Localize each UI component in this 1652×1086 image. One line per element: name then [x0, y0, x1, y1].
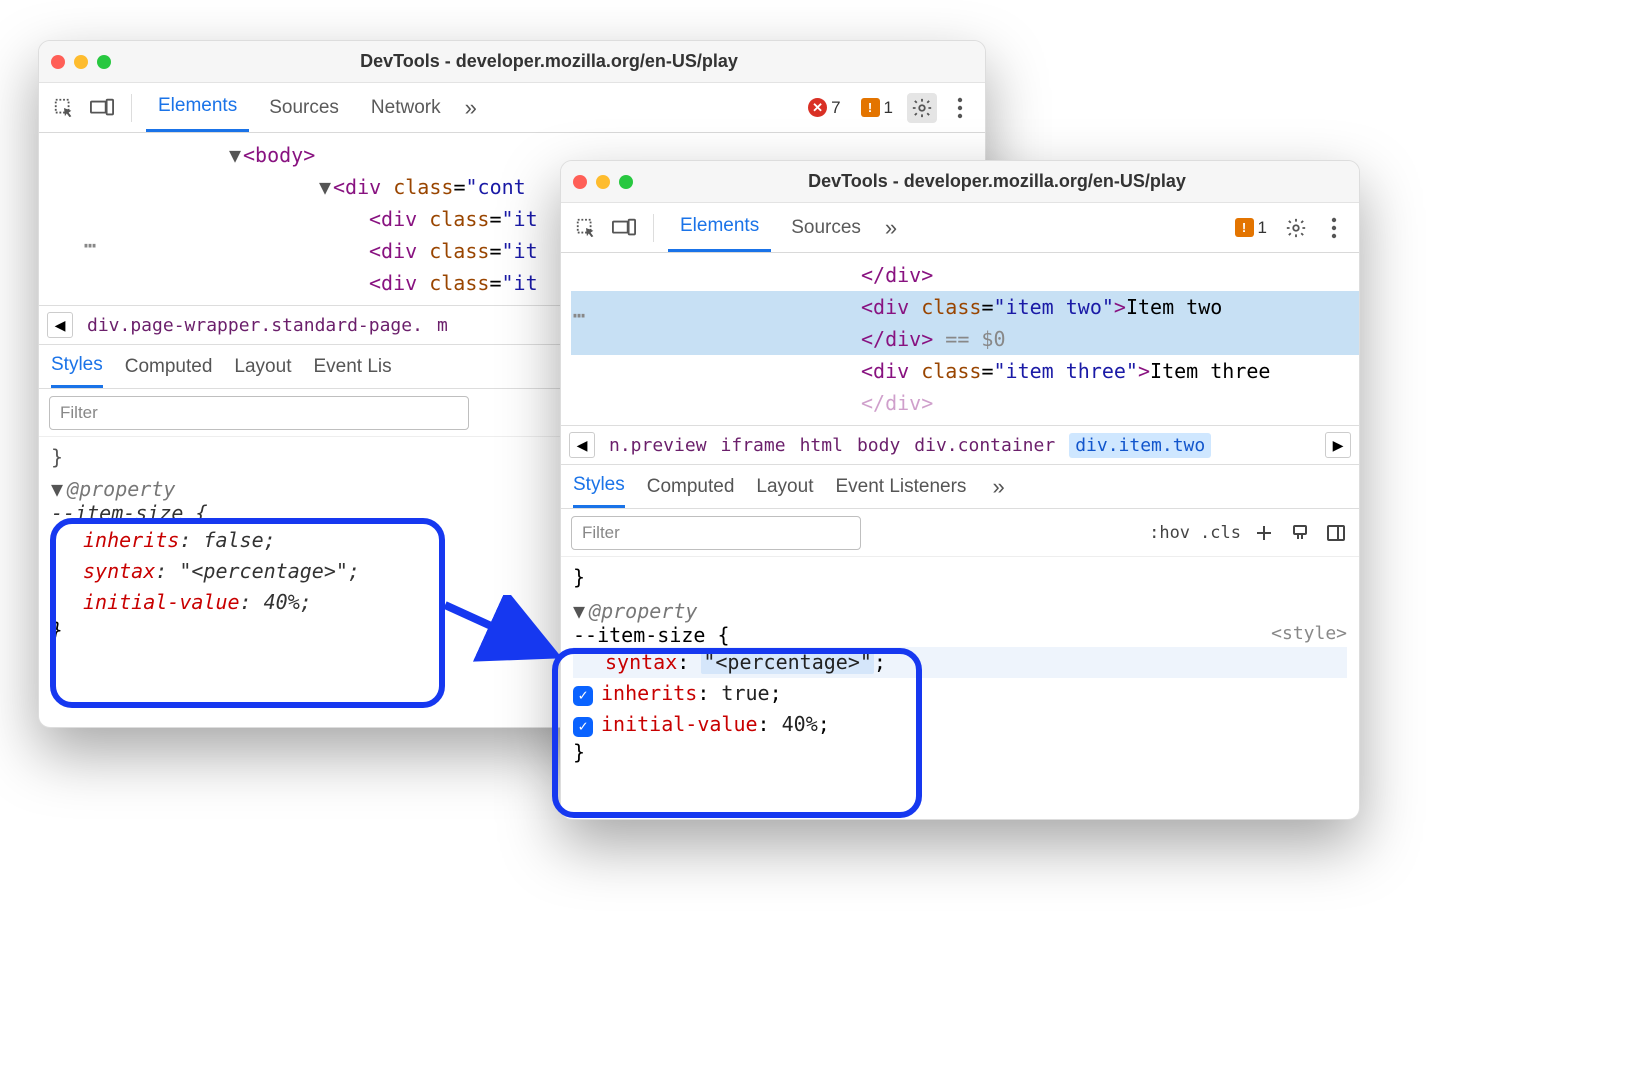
breadcrumb-item[interactable]: html [800, 435, 843, 456]
window-title: DevTools - developer.mozilla.org/en-US/p… [125, 51, 973, 72]
titlebar[interactable]: DevTools - developer.mozilla.org/en-US/p… [39, 41, 985, 83]
devtools-toolbar: Elements Sources Network » ✕ 7 ! 1 [39, 83, 985, 133]
subtabs-overflow-icon[interactable]: » [988, 474, 1008, 500]
devtools-toolbar: Elements Sources » ! 1 [561, 203, 1359, 253]
brush-icon[interactable] [1287, 520, 1313, 546]
dom-overflow-icon[interactable]: ⋯ [573, 299, 586, 331]
breadcrumb-item[interactable]: div.page-wrapper.standard-page. [87, 315, 423, 336]
titlebar[interactable]: DevTools - developer.mozilla.org/en-US/p… [561, 161, 1359, 203]
subtab-event-listeners[interactable]: Event Listeners [835, 465, 966, 508]
devices-icon[interactable] [609, 213, 639, 243]
warning-icon: ! [861, 98, 880, 117]
select-element-icon[interactable] [571, 213, 601, 243]
tabs-overflow-icon[interactable]: » [461, 95, 481, 121]
devices-icon[interactable] [87, 93, 117, 123]
traffic-lights [51, 55, 111, 69]
style-source-link[interactable]: <style> [1271, 623, 1347, 644]
warning-badge[interactable]: ! 1 [855, 98, 899, 118]
error-icon: ✕ [808, 98, 827, 117]
breadcrumb-prev-icon[interactable]: ◀ [569, 432, 595, 458]
kebab-icon[interactable] [945, 93, 975, 123]
maximize-icon[interactable] [97, 55, 111, 69]
breadcrumb-item[interactable]: m [437, 315, 448, 336]
tab-sources[interactable]: Sources [257, 83, 351, 132]
warning-icon: ! [1235, 218, 1254, 237]
filter-input[interactable]: Filter [571, 516, 861, 550]
devtools-window-2: DevTools - developer.mozilla.org/en-US/p… [560, 160, 1360, 820]
error-badge[interactable]: ✕ 7 [802, 98, 846, 118]
breadcrumb-item[interactable]: body [857, 435, 900, 456]
kebab-icon[interactable] [1319, 213, 1349, 243]
close-icon[interactable] [573, 175, 587, 189]
tab-elements[interactable]: Elements [668, 203, 771, 252]
dom-tree[interactable]: </div> ⋯ <div class="item two">Item two … [561, 253, 1359, 425]
filter-input[interactable]: Filter [49, 396, 469, 430]
minimize-icon[interactable] [74, 55, 88, 69]
breadcrumb-next-icon[interactable]: ▶ [1325, 432, 1351, 458]
dom-overflow-icon[interactable]: ⋯ [84, 229, 97, 261]
plus-icon[interactable] [1251, 520, 1277, 546]
subtab-layout[interactable]: Layout [756, 465, 813, 508]
subtab-styles[interactable]: Styles [573, 465, 625, 508]
maximize-icon[interactable] [619, 175, 633, 189]
subtab-computed[interactable]: Computed [647, 465, 735, 508]
tab-sources[interactable]: Sources [779, 203, 873, 252]
tabs-overflow-icon[interactable]: » [881, 215, 901, 241]
at-property-label: @property [67, 477, 175, 501]
gear-icon[interactable] [907, 93, 937, 123]
gear-icon[interactable] [1281, 213, 1311, 243]
subtab-event-listeners[interactable]: Event Lis [313, 345, 391, 388]
subtab-styles[interactable]: Styles [51, 345, 103, 388]
minimize-icon[interactable] [596, 175, 610, 189]
traffic-lights [573, 175, 633, 189]
styles-tools: Filter :hov .cls [561, 509, 1359, 557]
hov-toggle[interactable]: :hov [1149, 523, 1190, 543]
property-checkbox[interactable] [573, 686, 593, 706]
rule-selector[interactable]: --item-size { [573, 623, 1347, 647]
tab-elements[interactable]: Elements [146, 83, 249, 132]
styles-pane[interactable]: } ▼@property <style> --item-size { synta… [561, 557, 1359, 819]
subtab-layout[interactable]: Layout [234, 345, 291, 388]
breadcrumb: ◀ n.preview iframe html body div.contain… [561, 425, 1359, 465]
warning-badge[interactable]: ! 1 [1229, 218, 1273, 238]
styles-subtabs: Styles Computed Layout Event Listeners » [561, 465, 1359, 509]
property-checkbox[interactable] [573, 717, 593, 737]
select-element-icon[interactable] [49, 93, 79, 123]
breadcrumb-item[interactable]: n.preview [609, 435, 707, 456]
breadcrumb-prev-icon[interactable]: ◀ [47, 312, 73, 338]
window-title: DevTools - developer.mozilla.org/en-US/p… [647, 171, 1347, 192]
breadcrumb-item-active[interactable]: div.item.two [1069, 433, 1211, 458]
breadcrumb-item[interactable]: div.container [914, 435, 1055, 456]
panel-right-icon[interactable] [1323, 520, 1349, 546]
at-property-label: @property [589, 599, 697, 623]
subtab-computed[interactable]: Computed [125, 345, 213, 388]
cls-toggle[interactable]: .cls [1200, 523, 1241, 543]
breadcrumb-item[interactable]: iframe [721, 435, 786, 456]
close-icon[interactable] [51, 55, 65, 69]
tab-network[interactable]: Network [359, 83, 453, 132]
